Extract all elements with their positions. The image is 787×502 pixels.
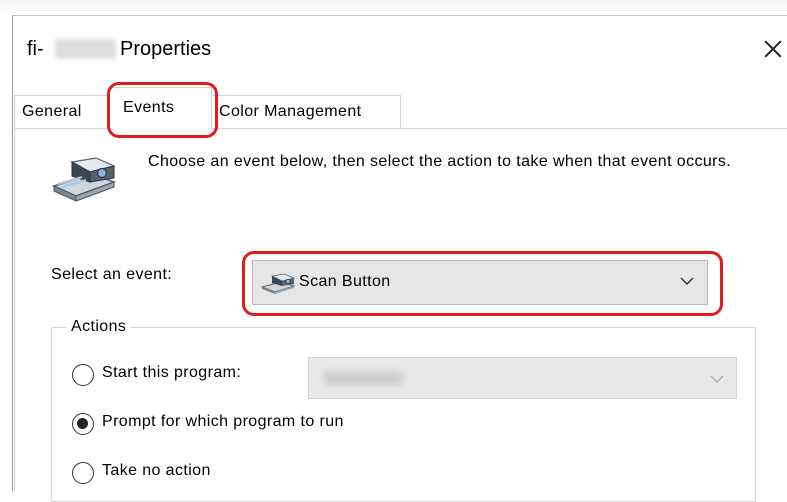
chevron-down-icon: [710, 375, 724, 384]
tab-general-label: General: [22, 103, 82, 120]
scanner-icon: [52, 157, 116, 202]
scanner-icon: [261, 273, 295, 294]
tab-events[interactable]: Events: [108, 87, 212, 129]
window-title-prefix: fi-: [27, 38, 44, 60]
redacted-model-name: [55, 39, 116, 59]
prompt-program-radio[interactable]: [72, 413, 94, 435]
selected-event-value: Scan Button: [299, 273, 391, 290]
tab-color-management[interactable]: Color Management: [211, 95, 401, 128]
tab-general[interactable]: General: [14, 95, 110, 128]
redacted-program-name: [323, 371, 403, 385]
events-description: Choose an event below, then select the a…: [148, 153, 732, 170]
take-no-action-radio[interactable]: [72, 462, 94, 484]
actions-legend: Actions: [66, 318, 132, 336]
program-dropdown: [308, 357, 737, 399]
background-window-edge: [0, 0, 787, 15]
prompt-program-label[interactable]: Prompt for which program to run: [102, 413, 344, 431]
event-dropdown[interactable]: Scan Button: [252, 260, 708, 305]
tab-color-management-label: Color Management: [219, 103, 362, 120]
window-title: Properties: [120, 38, 212, 60]
chevron-down-icon: [680, 277, 694, 286]
start-program-label[interactable]: Start this program:: [102, 364, 241, 382]
title-bar: fi- Properties: [13, 16, 787, 74]
close-button[interactable]: [753, 29, 787, 69]
start-program-radio[interactable]: [72, 364, 94, 386]
take-no-action-label[interactable]: Take no action: [102, 462, 211, 480]
tab-events-label: Events: [123, 99, 175, 116]
select-event-label: Select an event:: [51, 266, 173, 283]
